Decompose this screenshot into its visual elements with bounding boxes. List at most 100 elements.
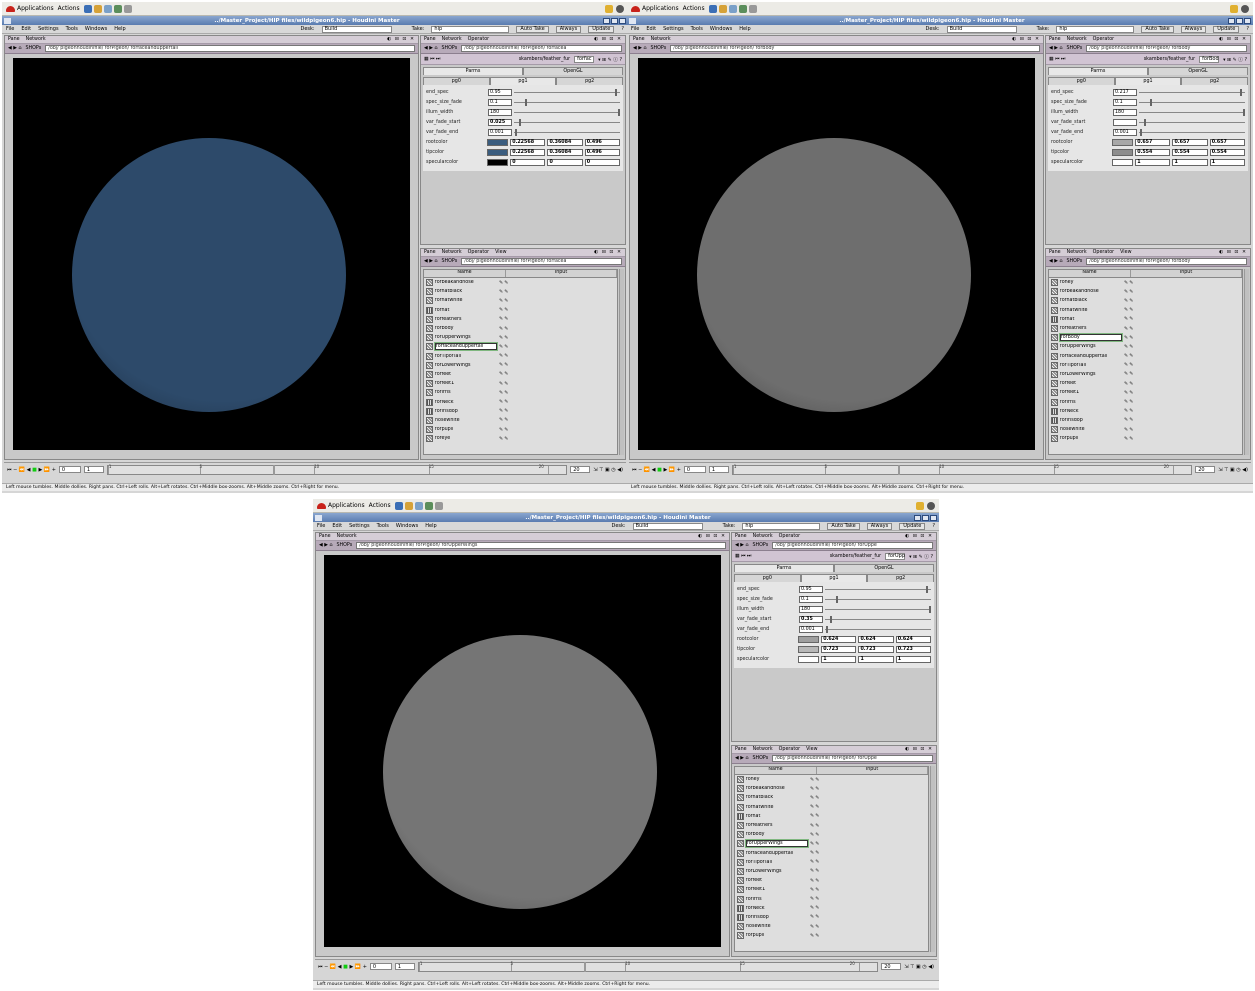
edit-flags-icon[interactable]: ✎✎ <box>499 381 509 387</box>
back-icon[interactable]: ◀ ▶ ⌂ <box>633 46 646 51</box>
parameter-path[interactable]: /obj/ pigeonhoudinifile/ forPigeon/ forf… <box>461 45 622 52</box>
pane-menu[interactable]: Pane <box>1049 250 1061 255</box>
spec-size-fade-slider[interactable] <box>1139 98 1245 106</box>
browser-icon[interactable] <box>83 4 92 13</box>
list-item[interactable]: foririsdop ✎✎ <box>424 407 617 416</box>
maximize-icon[interactable] <box>611 17 618 24</box>
spec-size-fade-slider[interactable] <box>825 595 931 603</box>
edit-flags-icon[interactable]: ✎✎ <box>1124 417 1134 423</box>
menu-file[interactable]: File <box>317 523 325 529</box>
timeline-slider[interactable]: 1 5 10 15 20 <box>731 464 1193 475</box>
list-item[interactable]: foririsdop ✎✎ <box>735 913 928 922</box>
parameter-path[interactable]: /obj/ pigeonhoudinifile/ forPigeon/ forB… <box>1086 45 1247 52</box>
shader-tools-icon[interactable]: ▾ ⊞ ✎ ⓘ ? <box>598 56 622 63</box>
update-button[interactable]: Update <box>899 522 926 530</box>
mail-icon[interactable] <box>718 4 727 13</box>
list-item[interactable]: forTipofTail ✎✎ <box>424 352 617 361</box>
network-path[interactable]: /obj/ pigeonhoudinifile/ forPigeon/ forU… <box>772 755 933 762</box>
edit-flags-icon[interactable]: ✎✎ <box>810 823 820 829</box>
edit-flags-icon[interactable]: ✎✎ <box>499 298 509 304</box>
terminal-icon[interactable] <box>738 4 747 13</box>
list-item[interactable]: forfeet1 ✎✎ <box>1049 388 1242 397</box>
network-menu[interactable]: Network <box>337 534 357 539</box>
edit-flags-icon[interactable]: ✎✎ <box>1124 390 1134 396</box>
end-spec-slider[interactable] <box>514 88 620 96</box>
tipcolor-swatch[interactable] <box>797 645 820 653</box>
menu-edit[interactable]: Edit <box>21 26 31 32</box>
list-item[interactable]: forUpperWings ✎✎ <box>735 839 928 849</box>
shader-viewport[interactable] <box>638 58 1035 450</box>
take-select[interactable]: hip <box>431 25 510 33</box>
take-select[interactable]: hip <box>742 522 821 530</box>
auto-take-button[interactable]: Auto Take <box>516 25 549 33</box>
edit-flags-icon[interactable]: ✎✎ <box>499 289 509 295</box>
minimize-icon[interactable] <box>603 17 610 24</box>
operator-menu[interactable]: Operator <box>468 250 489 255</box>
pane-controls-icon[interactable]: ◐ ⊟ ⊡ ✕ <box>594 250 622 255</box>
edit-flags-icon[interactable]: ✎✎ <box>1124 307 1134 313</box>
minimize-icon[interactable] <box>1228 17 1235 24</box>
menu-file[interactable]: File <box>6 26 14 32</box>
pane-menu[interactable]: Pane <box>735 534 747 539</box>
shader-tools-icon[interactable]: ▾ ⊞ ✎ ⓘ ? <box>1223 56 1247 63</box>
tab-pg1[interactable]: pg1 <box>489 77 557 85</box>
edit-flags-icon[interactable]: ✎✎ <box>810 813 820 819</box>
tab-opengl[interactable]: OpenGL <box>1148 67 1248 75</box>
shader-name-field[interactable]: forBod <box>1199 55 1220 63</box>
list-item[interactable]: forfeet1 ✎✎ <box>424 379 617 388</box>
end-frame-field[interactable]: 20 <box>881 963 902 970</box>
list-item[interactable]: forfeathers ✎✎ <box>735 821 928 830</box>
always-button[interactable]: Always <box>866 522 893 530</box>
edit-flags-icon[interactable]: ✎✎ <box>1124 353 1134 359</box>
edit-flags-icon[interactable]: ✎✎ <box>810 859 820 865</box>
network-menu[interactable]: Network <box>26 37 46 42</box>
volume-icon[interactable] <box>1241 4 1249 13</box>
tab-opengl[interactable]: OpenGL <box>834 564 934 572</box>
list-scrollbar[interactable] <box>1244 269 1249 455</box>
edit-flags-icon[interactable]: ✎✎ <box>810 786 820 792</box>
var-fade-start-field[interactable]: 0.025 <box>488 118 512 126</box>
viewport-path[interactable]: /obj/ pigeonhoudinifile/ forPigeon/ forB… <box>670 45 1040 52</box>
edit-flags-icon[interactable]: ✎✎ <box>1124 344 1134 350</box>
viewport-path[interactable]: /obj/ pigeonhoudinifile/ forPigeon/ forU… <box>356 542 726 549</box>
playback-controls-icon[interactable]: ⏮ − ⏪ ◀ ■ ▶ ⏩ + <box>632 467 681 473</box>
edit-flags-icon[interactable]: ✎✎ <box>1124 427 1134 433</box>
back-icon[interactable]: ◀ ▶ ⌂ <box>735 543 748 548</box>
list-item[interactable]: forhatwhite ✎✎ <box>735 803 928 812</box>
list-scrollbar[interactable] <box>619 269 624 455</box>
tab-pg2[interactable]: pg2 <box>867 574 935 582</box>
menu-windows[interactable]: Windows <box>85 26 107 32</box>
user-icon[interactable] <box>1230 4 1238 13</box>
pane-menu[interactable]: Pane <box>424 37 436 42</box>
tab-pg1[interactable]: pg1 <box>1114 77 1182 85</box>
edit-flags-icon[interactable]: ✎✎ <box>810 777 820 783</box>
illum-width-slider[interactable] <box>514 108 620 116</box>
tab-pg2[interactable]: pg2 <box>556 77 624 85</box>
user-icon[interactable] <box>916 501 924 510</box>
list-item[interactable]: forTipofTail ✎✎ <box>735 858 928 867</box>
help-icon[interactable]: ? <box>621 26 624 32</box>
edit-flags-icon[interactable]: ✎✎ <box>1124 362 1134 368</box>
name-column-header[interactable]: Name <box>424 270 506 277</box>
tab-pg0[interactable]: pg0 <box>734 574 801 582</box>
list-item[interactable]: forirris ✎✎ <box>1049 397 1242 406</box>
shader-name-field[interactable]: forUpp <box>885 552 906 560</box>
user-icon[interactable] <box>605 4 613 13</box>
update-button[interactable]: Update <box>1213 25 1240 33</box>
edit-flags-icon[interactable]: ✎✎ <box>1124 289 1134 295</box>
pane-menu[interactable]: Pane <box>424 250 436 255</box>
menu-windows[interactable]: Windows <box>710 26 732 32</box>
edit-flags-icon[interactable]: ✎✎ <box>810 868 820 874</box>
edit-flags-icon[interactable]: ✎✎ <box>499 371 509 377</box>
browser-icon[interactable] <box>394 501 403 510</box>
back-icon[interactable]: ◀ ▶ ⌂ <box>735 756 748 761</box>
view-menu[interactable]: View <box>806 747 817 752</box>
tab-opengl[interactable]: OpenGL <box>523 67 623 75</box>
illum-width-field[interactable]: 180 <box>488 108 512 116</box>
list-item[interactable]: forfaceanduppertail ✎✎ <box>735 849 928 858</box>
applications-menu[interactable]: Applications <box>317 502 365 509</box>
edit-flags-icon[interactable]: ✎✎ <box>1124 371 1134 377</box>
tool-icon[interactable] <box>748 4 757 13</box>
applications-menu[interactable]: Applications <box>631 5 679 12</box>
tab-parms[interactable]: Parms <box>423 67 523 75</box>
